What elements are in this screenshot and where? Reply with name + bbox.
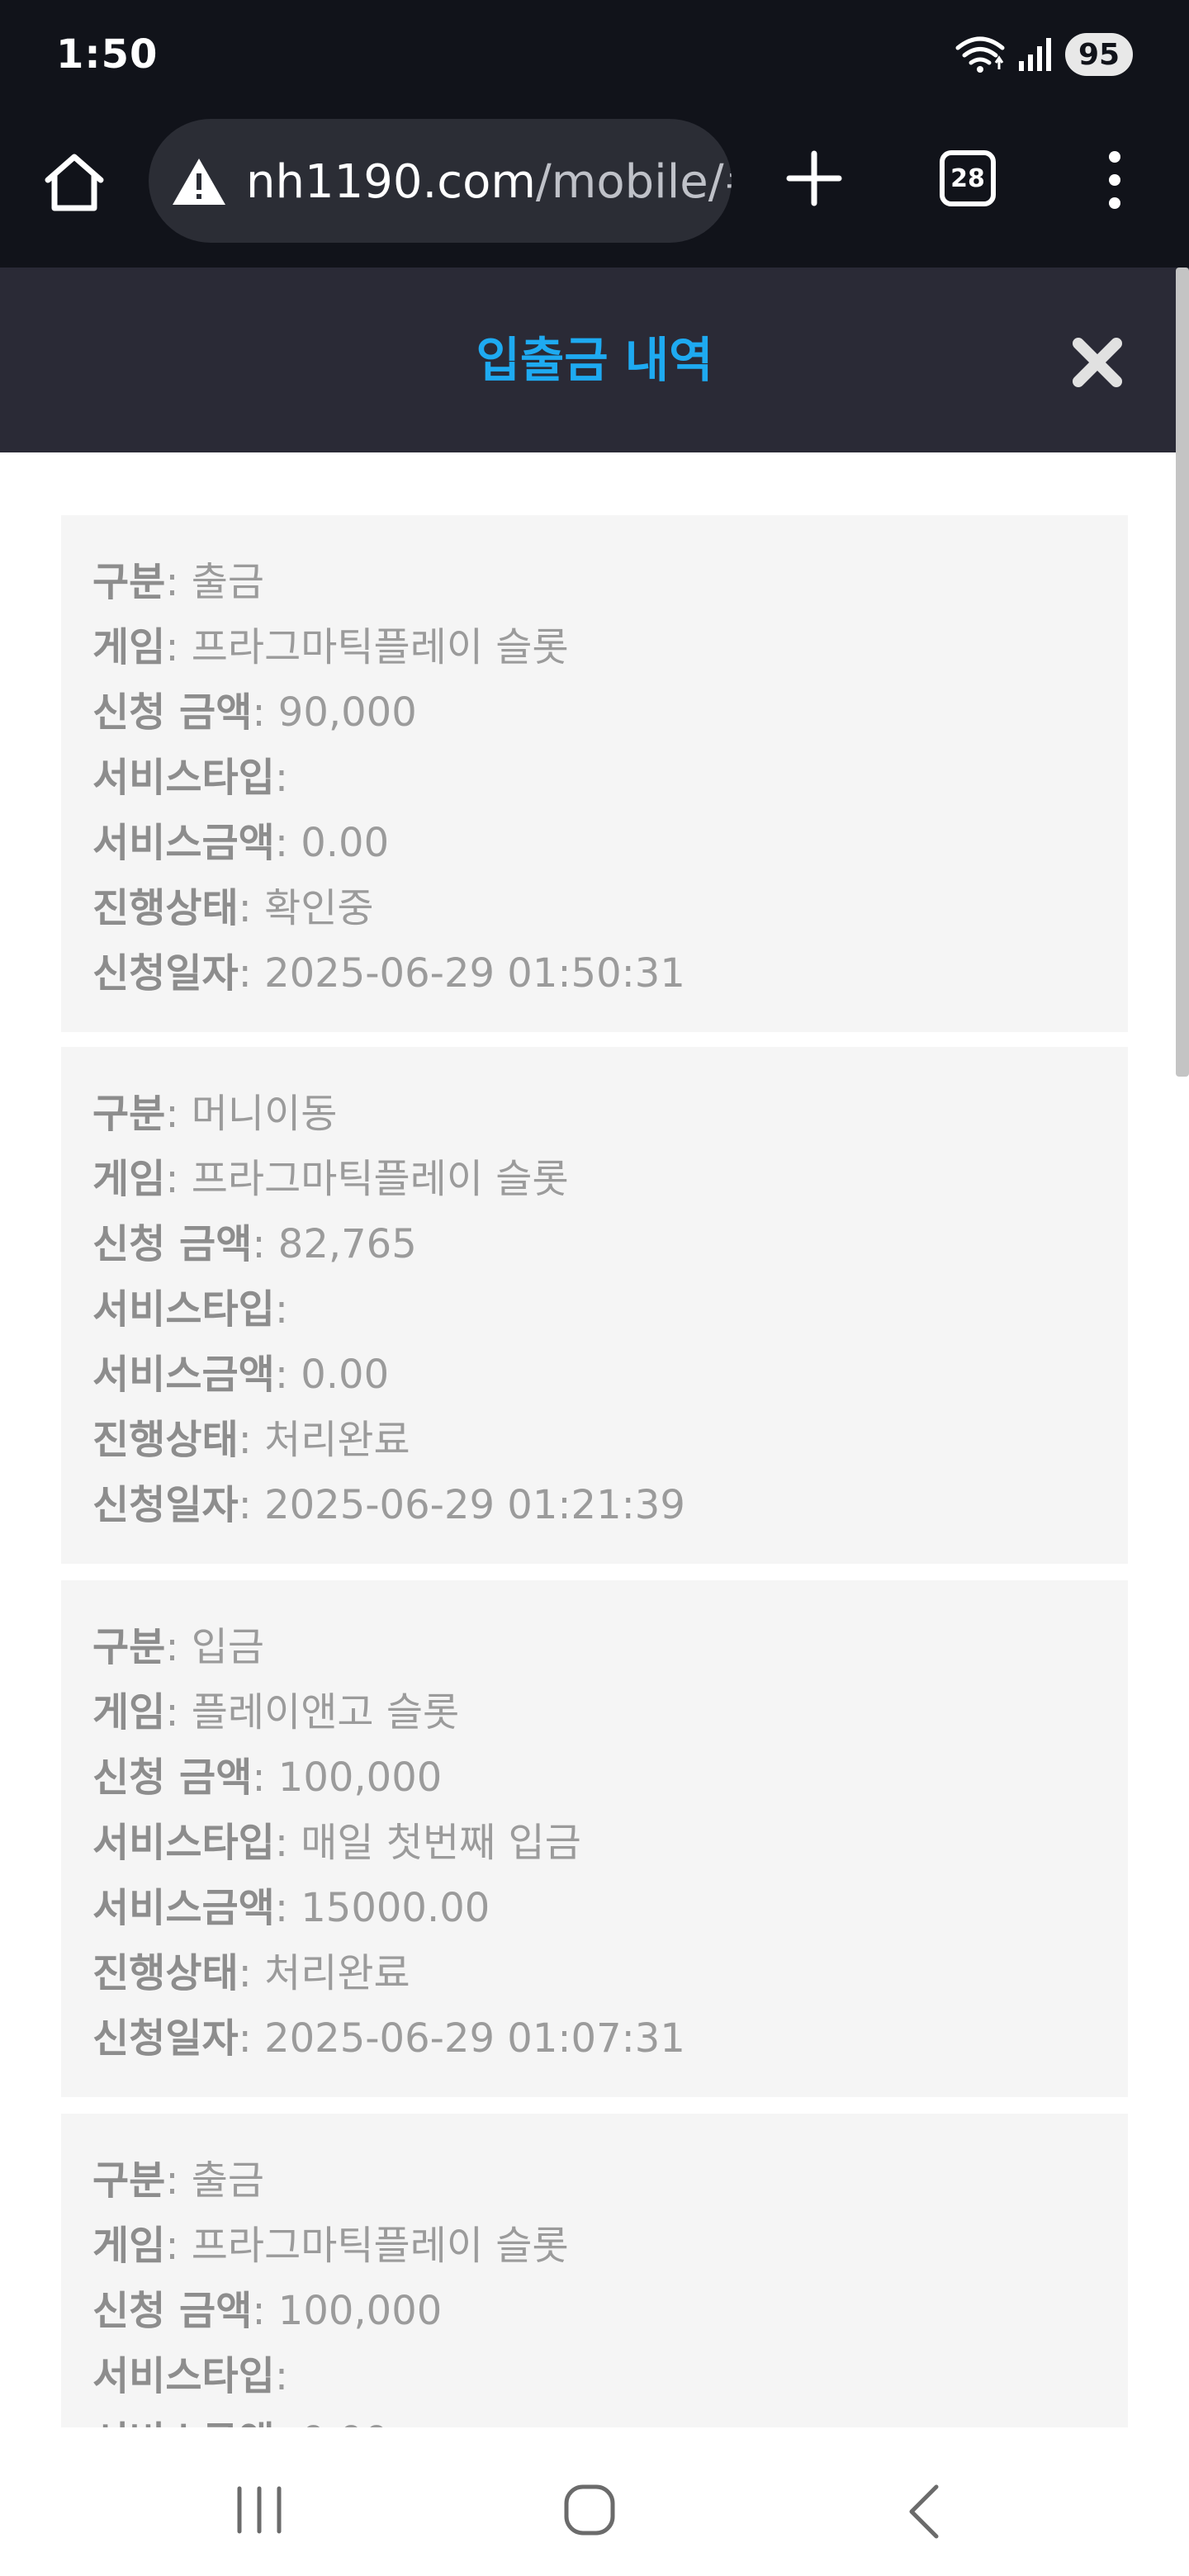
back-icon[interactable]	[903, 2482, 943, 2541]
home-icon[interactable]	[40, 147, 109, 216]
row-type: 구분: 출금	[92, 559, 265, 605]
row-amount: 신청 금액: 82,765	[92, 1221, 417, 1267]
address-bar[interactable]: nh1190.com/mobile/#	[149, 119, 732, 243]
row-amount: 신청 금액: 100,000	[92, 2288, 443, 2334]
row-service-type: 서비스타입:	[92, 755, 288, 801]
page-title: 입출금 내역	[476, 332, 713, 388]
row-amount: 신청 금액: 100,000	[92, 1754, 443, 1801]
transaction-list: 구분: 출금 게임: 프라그마틱플레이 슬롯 신청 금액: 90,000 서비스…	[0, 452, 1172, 2427]
close-icon[interactable]	[1070, 335, 1125, 390]
more-vert-icon[interactable]	[1098, 147, 1131, 213]
row-service-amount: 서비스금액: 0.00	[92, 1352, 390, 1398]
url-text[interactable]: nh1190.com/mobile/#	[246, 155, 732, 210]
browser-toolbar: nh1190.com/mobile/# 28	[0, 114, 1189, 268]
scrollbar[interactable]	[1176, 268, 1189, 1077]
row-service-type: 서비스타입: 매일 첫번째 입금	[92, 1820, 581, 1866]
row-date: 신청일자: 2025-06-29 01:07:31	[92, 2015, 685, 2062]
recent-apps-icon[interactable]	[233, 2485, 286, 2535]
status-time: 1:50	[56, 31, 159, 78]
row-type: 구분: 출금	[92, 2157, 265, 2204]
row-game: 게임: 프라그마틱플레이 슬롯	[92, 1156, 569, 1202]
transaction-card: 구분: 머니이동 게임: 프라그마틱플레이 슬롯 신청 금액: 82,765 서…	[61, 1047, 1128, 1564]
row-date: 신청일자: 2025-06-29 01:21:39	[92, 1482, 685, 1528]
row-status: 진행상태: 처리완료	[92, 1417, 410, 1463]
transaction-card: 구분: 출금 게임: 프라그마틱플레이 슬롯 신청 금액: 100,000 서비…	[61, 2114, 1128, 2427]
row-service-amount: 서비스금액: 0.00	[92, 2409, 1128, 2427]
tabs-button[interactable]: 28	[940, 150, 996, 206]
system-nav-bar	[0, 2427, 1189, 2576]
row-type: 구분: 머니이동	[92, 1091, 338, 1137]
status-icons: 95	[955, 31, 1133, 78]
row-service-amount: 서비스금액: 0.00	[92, 820, 390, 866]
row-service-type: 서비스타입:	[92, 2353, 288, 2399]
tab-count: 28	[950, 163, 985, 193]
plus-icon[interactable]	[781, 145, 847, 211]
transaction-card: 구분: 출금 게임: 프라그마틱플레이 슬롯 신청 금액: 90,000 서비스…	[61, 515, 1128, 1032]
row-date: 신청일자: 2025-06-29 01:50:31	[92, 950, 685, 997]
transaction-card: 구분: 입금 게임: 플레이앤고 슬롯 신청 금액: 100,000 서비스타입…	[61, 1580, 1128, 2097]
row-game: 게임: 프라그마틱플레이 슬롯	[92, 2223, 569, 2269]
url-path: /mobile/#	[535, 155, 732, 209]
signal-icon	[1019, 38, 1051, 71]
row-status: 진행상태: 처리완료	[92, 1950, 410, 1996]
row-service-amount: 서비스금액: 15000.00	[92, 1885, 490, 1931]
row-game: 게임: 프라그마틱플레이 슬롯	[92, 624, 569, 670]
screen: 1:50 95 nh1190.com/mobile/ 28 입출금 내역 구분:…	[0, 0, 1189, 2576]
status-bar: 1:50 95	[0, 0, 1189, 114]
row-game: 게임: 플레이앤고 슬롯	[92, 1689, 460, 1735]
warning-icon[interactable]	[170, 155, 228, 208]
battery-icon: 95	[1065, 33, 1133, 76]
url-host: nh1190.com	[246, 155, 536, 209]
wifi-icon	[955, 36, 1005, 73]
row-amount: 신청 금액: 90,000	[92, 689, 417, 736]
home-circle-icon[interactable]	[561, 2482, 618, 2538]
row-service-type: 서비스타입:	[92, 1286, 288, 1333]
row-status: 진행상태: 확인중	[92, 885, 374, 931]
row-type: 구분: 입금	[92, 1624, 265, 1670]
page-header: 입출금 내역	[0, 268, 1189, 452]
